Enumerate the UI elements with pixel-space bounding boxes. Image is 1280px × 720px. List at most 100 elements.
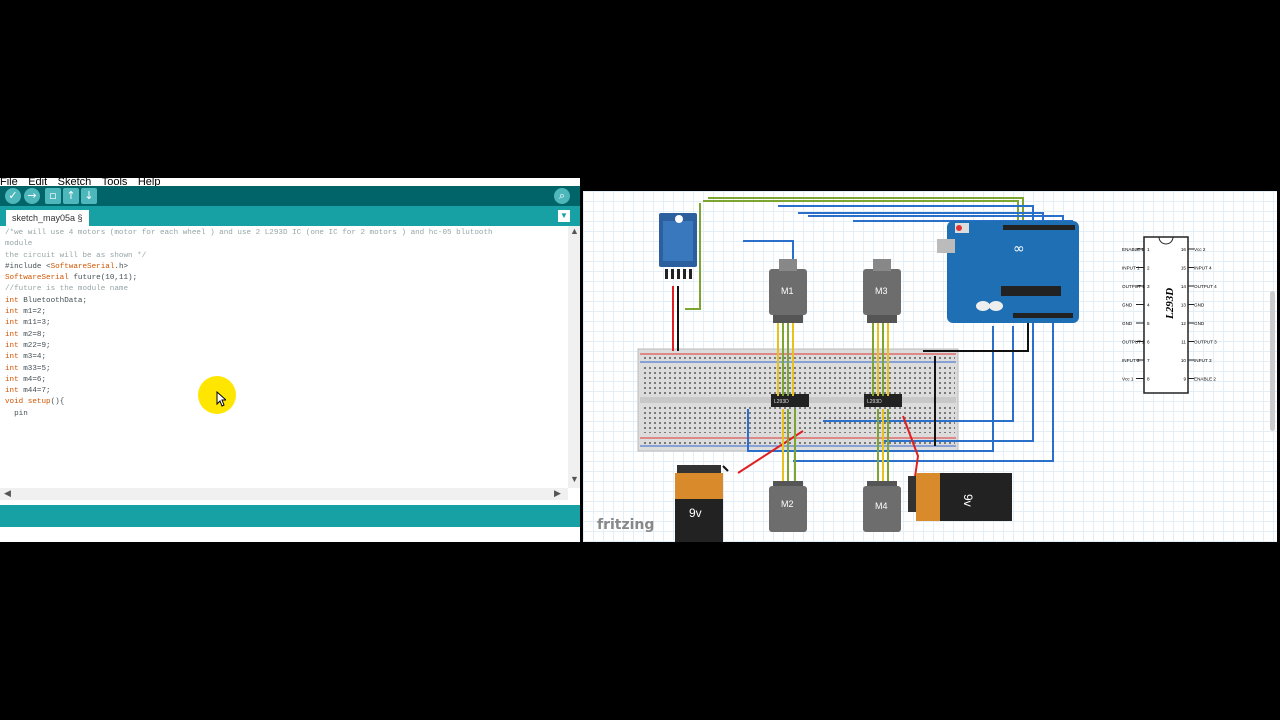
circuit-diagram: L293D L293D ∞ M1 M3 M2 M4 9v 9v L293D EN… (637, 197, 1217, 542)
hc05-bluetooth-module (659, 213, 697, 279)
battery-9v-right: 9v (908, 473, 1012, 521)
motor-m1: M1 (769, 259, 807, 323)
code-line: int m2=8; (5, 330, 47, 339)
pin-number-left: 3 (1147, 284, 1150, 289)
pin-label-right: GND (1194, 321, 1205, 326)
tab-menu-button[interactable]: ▼ (558, 210, 570, 222)
pin-number-right: 13 (1181, 303, 1187, 308)
motor-label: M2 (781, 499, 794, 509)
scroll-right-icon[interactable]: ▶ (554, 488, 561, 499)
pin-label-right: INPUT 4 (1194, 266, 1212, 271)
pin-number-right: 10 (1181, 358, 1187, 363)
pin-label-left: Vcc 1 (1122, 377, 1134, 382)
pin-number-left: 5 (1147, 321, 1150, 326)
vertical-scrollbar[interactable] (1270, 291, 1275, 431)
code-line: SoftwareSerial future(10,11); (5, 274, 138, 283)
save-icon: ↓ (84, 189, 94, 202)
menu-bar: File Edit Sketch Tools Help (0, 178, 580, 186)
code-line: int m1=2; (5, 308, 47, 317)
chip-label: L293D (774, 399, 789, 405)
pin-number-right: 9 (1183, 377, 1186, 382)
pin-label-left: GND (1122, 303, 1133, 308)
pin-number-right: 15 (1181, 266, 1187, 271)
code-line: the circuit will be as shown */ (5, 251, 147, 260)
menu-help[interactable]: Help (138, 178, 161, 186)
pin-number-left: 4 (1147, 303, 1150, 308)
scroll-up-icon[interactable]: ▲ (570, 226, 579, 236)
code-line: #include <SoftwareSerial.h> (5, 262, 129, 271)
pin-number-right: 14 (1181, 284, 1187, 289)
code-line: int BluetoothData; (5, 296, 88, 305)
scroll-left-icon[interactable]: ◀ (4, 488, 11, 499)
toolbar: ✓ → ▫ ↑ ↓ ⌕ (0, 186, 580, 206)
motor-m3: M3 (863, 259, 901, 323)
l293d-pinout-diagram: L293D (1143, 236, 1189, 394)
pin-label-right: OUTPUT 3 (1194, 340, 1217, 345)
code-line: int m11=3; (5, 319, 51, 328)
arduino-uno-board: ∞ (937, 221, 1079, 323)
motor-m4: M4 (863, 481, 901, 532)
motor-label: M4 (875, 501, 888, 511)
new-file-icon: ▫ (49, 189, 57, 202)
menu-file[interactable]: File (0, 178, 18, 186)
pin-label-right: Vcc 2 (1194, 247, 1206, 252)
fritzing-logo: fritzing (597, 517, 655, 533)
pin-number-right: 12 (1181, 321, 1187, 326)
mouse-pointer-icon (216, 391, 226, 407)
battery-label: 9v (961, 494, 975, 507)
code-line: //future is the module name (5, 285, 129, 294)
check-icon: ✓ (8, 189, 18, 202)
serial-monitor-button[interactable]: ⌕ (554, 188, 570, 204)
code-line: module (5, 240, 33, 249)
horizontal-scrollbar[interactable]: ◀ ▶ (0, 488, 568, 500)
pin-label-right: OUTPUT 4 (1194, 284, 1217, 289)
pin-label-left: GND (1122, 321, 1133, 326)
pin-label-right: INPUT 3 (1194, 358, 1212, 363)
pin-number-left: 7 (1147, 358, 1150, 363)
new-button[interactable]: ▫ (45, 188, 61, 204)
code-line: void setup(){ (5, 398, 65, 407)
pin-number-left: 8 (1147, 377, 1150, 382)
menu-edit[interactable]: Edit (28, 178, 47, 186)
open-button[interactable]: ↑ (63, 188, 79, 204)
vertical-scrollbar[interactable]: ▲ ▼ (568, 226, 580, 488)
save-button[interactable]: ↓ (81, 188, 97, 204)
l293d-chip-1: L293D (771, 394, 809, 407)
motor-label: M1 (781, 286, 794, 296)
arduino-ide-window: File Edit Sketch Tools Help ✓ → ▫ ↑ ↓ ⌕ … (0, 178, 580, 542)
pin-number-left: 6 (1147, 340, 1150, 345)
pin-number-right: 11 (1181, 340, 1186, 345)
code-text[interactable]: /*we will use 4 motors (motor for each w… (5, 228, 525, 420)
motor-m2: M2 (769, 481, 807, 532)
pin-label-right: ENABLE 2 (1194, 377, 1216, 382)
pin-number-left: 2 (1147, 266, 1150, 271)
ic-title: L293D (1164, 288, 1176, 320)
motor-label: M3 (875, 286, 888, 296)
fritzing-breadboard-view: L293D L293D ∞ M1 M3 M2 M4 9v 9v L293D EN… (583, 191, 1277, 542)
arrow-right-icon: → (27, 189, 37, 202)
pin-label-right: GND (1194, 303, 1205, 308)
code-line: int m4=6; (5, 375, 47, 384)
pin-number-right: 16 (1181, 247, 1187, 252)
tab-bar: sketch_may05a § ▼ (0, 206, 580, 226)
upload-button[interactable]: → (24, 188, 40, 204)
code-line: int m33=5; (5, 364, 51, 373)
open-icon: ↑ (66, 189, 76, 202)
pin-number-left: 1 (1147, 247, 1150, 252)
code-line: int m44=7; (5, 387, 51, 396)
serial-monitor-icon: ⌕ (558, 189, 566, 202)
arduino-logo-icon: ∞ (1013, 241, 1025, 257)
tab-sketch[interactable]: sketch_may05a § (6, 210, 89, 226)
chevron-down-icon: ▼ (560, 211, 568, 220)
scroll-down-icon[interactable]: ▼ (570, 474, 579, 484)
code-editor[interactable]: /*we will use 4 motors (motor for each w… (0, 226, 568, 486)
menu-sketch[interactable]: Sketch (58, 178, 92, 186)
battery-9v-left: 9v (675, 465, 723, 542)
menu-tools[interactable]: Tools (102, 178, 128, 186)
verify-button[interactable]: ✓ (5, 188, 21, 204)
battery-label: 9v (689, 506, 702, 520)
code-line: int m22=9; (5, 341, 51, 350)
code-line: /*we will use 4 motors (motor for each w… (5, 229, 493, 237)
code-line: int m3=4; (5, 353, 47, 362)
chip-label: L293D (867, 399, 882, 405)
